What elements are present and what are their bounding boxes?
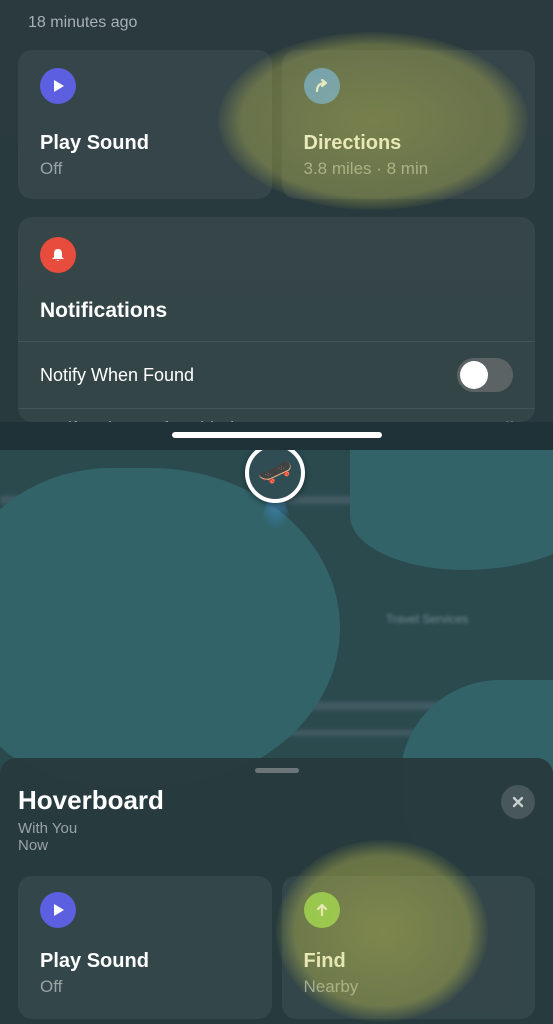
map-water (350, 450, 553, 570)
notify-when-found-toggle[interactable] (457, 358, 513, 392)
notifications-header: Notifications (18, 217, 535, 341)
sheet-handle[interactable] (255, 768, 299, 773)
action-row: Play Sound Off Directions 3.8 miles · 8 … (18, 50, 535, 199)
sheet-drag-indicator[interactable] (172, 432, 382, 438)
item-status-line1: With You (18, 820, 164, 837)
sheet-play-sound-card[interactable]: Play Sound Off (18, 876, 272, 1019)
find-subtitle: Nearby (304, 977, 514, 997)
play-sound-card[interactable]: Play Sound Off (18, 50, 272, 199)
sheet-play-sound-subtitle: Off (40, 977, 250, 997)
play-icon (40, 892, 76, 928)
notifications-card: Notifications Notify When Found Notify W… (18, 217, 535, 422)
find-arrow-icon (304, 892, 340, 928)
notifications-title: Notifications (40, 299, 513, 323)
top-panel: 18 minutes ago Play Sound Off Directions… (0, 0, 553, 422)
hoverboard-icon: 🛹 (258, 455, 293, 488)
notify-when-left-behind-row[interactable]: Notify When Left Behind Off (18, 408, 535, 422)
sheet-play-sound-title: Play Sound (40, 950, 250, 973)
close-icon (511, 795, 525, 809)
play-sound-title: Play Sound (40, 132, 250, 155)
bell-icon (40, 237, 76, 273)
notify-when-found-row[interactable]: Notify When Found (18, 341, 535, 408)
find-card[interactable]: Find Nearby (282, 876, 536, 1019)
notify-when-found-label: Notify When Found (40, 365, 194, 386)
cutoff-label: Notify When Left Behind (40, 419, 234, 422)
directions-card[interactable]: Directions 3.8 miles · 8 min (282, 50, 536, 199)
cutoff-value: Off (489, 419, 513, 422)
play-icon (40, 68, 76, 104)
find-title: Find (304, 950, 514, 973)
map-poi-label: Travel Services (386, 612, 468, 626)
item-detail-sheet: Hoverboard With You Now Play Sound Off F… (0, 758, 553, 1024)
item-status-line2: Now (18, 837, 164, 854)
sheet-action-row: Play Sound Off Find Nearby (18, 876, 535, 1019)
toggle-knob (460, 361, 488, 389)
last-updated-timestamp: 18 minutes ago (18, 0, 535, 50)
close-button[interactable] (501, 785, 535, 819)
play-sound-subtitle: Off (40, 159, 250, 179)
directions-icon (304, 68, 340, 104)
item-name: Hoverboard (18, 785, 164, 816)
sheet-header: Hoverboard With You Now (18, 785, 535, 854)
directions-subtitle: 3.8 miles · 8 min (304, 159, 514, 179)
directions-title: Directions (304, 132, 514, 155)
